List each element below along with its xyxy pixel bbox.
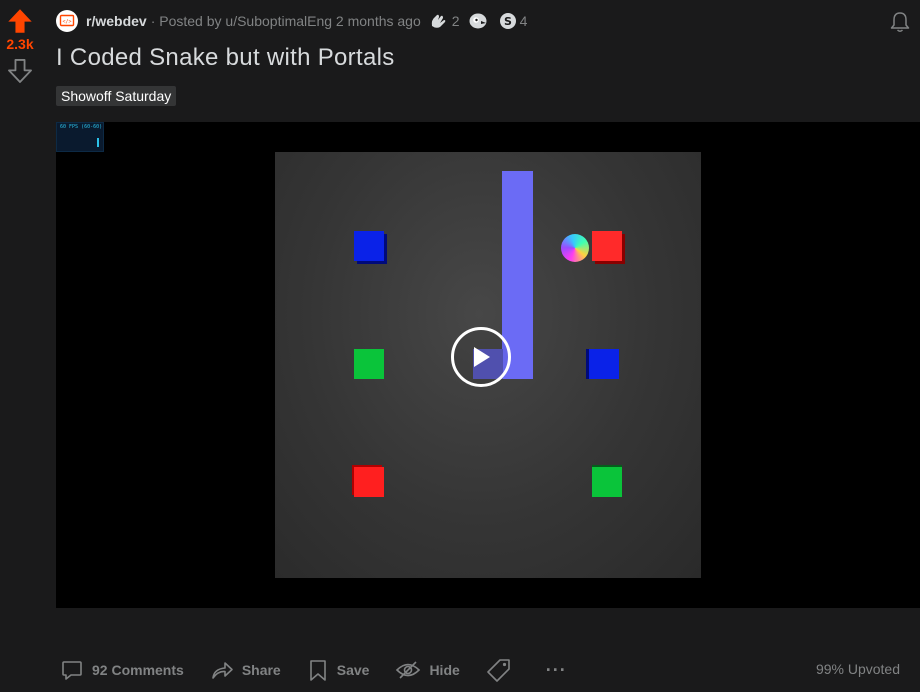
portal-block-green [354, 349, 384, 379]
portal-block-blue [354, 231, 384, 261]
post-meta: </> r/webdev · Posted by u/SuboptimalEng… [56, 9, 527, 33]
portal-block-blue [589, 349, 619, 379]
bell-icon[interactable] [888, 10, 912, 34]
share-icon [212, 662, 233, 679]
hide-button[interactable]: Hide [395, 658, 460, 682]
comments-button[interactable]: 92 Comments [60, 658, 184, 682]
more-options-button[interactable]: ··· [546, 660, 567, 681]
save-label: Save [336, 662, 370, 678]
bird-award-icon [469, 13, 487, 29]
downvote-arrow-icon[interactable] [7, 58, 33, 84]
award-bird[interactable] [468, 12, 491, 30]
upvote-ratio: 99% Upvoted [815, 661, 900, 677]
hands-award-icon [431, 14, 446, 28]
comment-icon [62, 661, 82, 680]
silver-award-icon: S [499, 13, 516, 29]
award-silver[interactable]: S 4 [499, 12, 528, 30]
post-title[interactable]: I Coded Snake but with Portals [56, 44, 395, 72]
vote-score: 2.3k [6, 36, 34, 52]
fps-meter: 60 FPS (60-60) [56, 122, 104, 152]
play-button[interactable] [451, 327, 511, 387]
comments-label: 92 Comments [92, 662, 184, 678]
fps-bar [97, 138, 99, 147]
share-label: Share [241, 662, 281, 678]
svg-text:S: S [504, 15, 512, 28]
vote-column: 2.3k [0, 0, 40, 692]
hide-eye-icon [396, 661, 421, 679]
video-player[interactable]: 60 FPS (60-60) [56, 122, 920, 608]
svg-text:</>: </> [62, 19, 71, 25]
award-count: 4 [519, 13, 528, 29]
more-options-icon: ··· [545, 659, 567, 680]
subreddit-icon[interactable]: </> [56, 10, 78, 32]
play-icon [474, 347, 490, 367]
award-hands[interactable]: 2 [429, 12, 460, 30]
food-orb [561, 234, 589, 262]
share-button[interactable]: Share [210, 658, 281, 682]
award-count: 2 [451, 13, 460, 29]
tag-icon [486, 659, 510, 682]
award-tag-button[interactable] [486, 657, 520, 683]
hide-label: Hide [429, 662, 460, 678]
bookmark-icon [309, 660, 326, 681]
portal-block-green [592, 467, 622, 497]
upvote-arrow-icon[interactable] [7, 8, 33, 34]
fps-label: 60 FPS (60-60) [60, 124, 103, 130]
portal-block-red [592, 231, 622, 261]
portal-block-red [354, 467, 384, 497]
subreddit-name[interactable]: r/webdev [86, 13, 147, 29]
post-flair[interactable]: Showoff Saturday [56, 86, 177, 106]
post-actions: 92 Comments Share Save Hide ··· [60, 656, 593, 684]
save-button[interactable]: Save [307, 658, 370, 682]
posted-by: · Posted by u/SuboptimalEng 2 months ago [150, 13, 421, 29]
